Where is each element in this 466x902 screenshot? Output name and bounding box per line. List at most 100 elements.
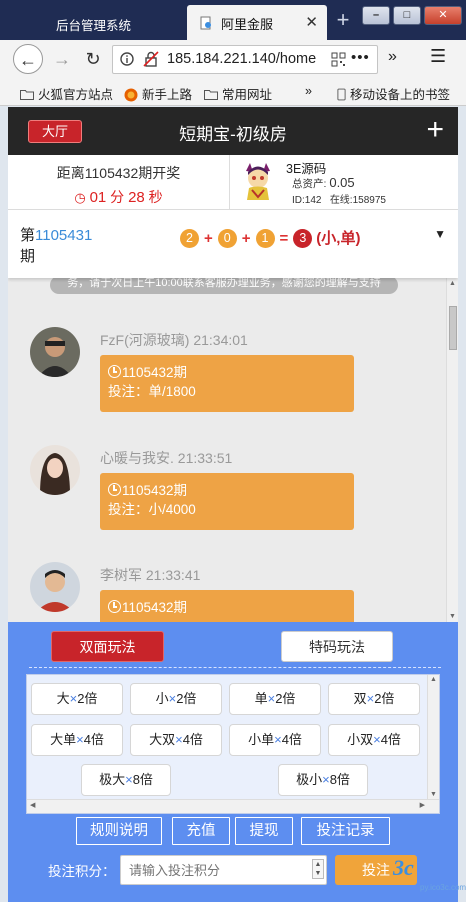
url-bar[interactable]: 185.184.221.140/home ••• xyxy=(112,45,378,74)
timer-seconds: 28 xyxy=(128,189,145,206)
folder-icon xyxy=(20,90,34,100)
firefox-icon xyxy=(124,88,138,102)
insecure-lock-icon[interactable] xyxy=(143,51,159,67)
bet-option-extreme-big[interactable]: 极大×8倍 xyxy=(81,764,171,796)
bubble-period: 1105432期 xyxy=(122,483,188,498)
chat-user: 李树军 xyxy=(100,567,142,583)
bet-option-big-odd[interactable]: 大单×4倍 xyxy=(31,724,123,756)
bet-option-odd[interactable]: 单×2倍 xyxy=(229,683,321,715)
stake-stepper[interactable]: ▲ ▼ xyxy=(312,859,324,879)
caret-down-icon[interactable]: ▼ xyxy=(434,227,446,241)
folder-icon xyxy=(204,90,218,100)
close-tab-icon[interactable]: ✕ xyxy=(305,13,318,31)
chat-user: FzF(河源玻璃) xyxy=(100,332,190,348)
back-arrow-icon[interactable]: ← xyxy=(13,44,43,74)
assets-label: 总资产: xyxy=(292,178,327,190)
chat-meta: FzF(河源玻璃) 21:34:01 xyxy=(100,330,248,350)
clock-icon xyxy=(108,483,121,496)
chat-time: 21:33:41 xyxy=(145,567,201,583)
chat-time: 21:34:01 xyxy=(193,332,248,348)
page-actions-icon[interactable]: ••• xyxy=(351,49,370,66)
bet-bubble: 1105432期 xyxy=(100,590,354,622)
bet-option-small-even[interactable]: 小双×4倍 xyxy=(328,724,420,756)
mobile-device-icon xyxy=(337,88,346,101)
bookmark-common-sites[interactable]: 常用网址 xyxy=(204,84,272,103)
result-text: (小,单) xyxy=(316,230,361,247)
rules-button[interactable]: 规则说明 xyxy=(76,817,162,845)
maximize-window-button[interactable]: □ xyxy=(393,6,421,25)
scroll-up-icon[interactable]: ▲ xyxy=(430,676,437,683)
plus-icon[interactable]: + xyxy=(426,113,444,147)
chat-time: 21:33:51 xyxy=(177,450,233,466)
assets-value: 0.05 xyxy=(329,175,355,190)
scroll-up-icon[interactable]: ▲ xyxy=(449,280,456,287)
url-text[interactable]: 185.184.221.140/home xyxy=(167,51,317,67)
tab-double-sided[interactable]: 双面玩法 xyxy=(51,631,164,662)
scroll-down-icon[interactable]: ▼ xyxy=(449,613,456,620)
tab-admin[interactable]: 后台管理系统 xyxy=(48,7,176,40)
bet-bubble: 1105432期 投注：小/4000 xyxy=(100,473,354,530)
chat-meta: 李树军 21:33:41 xyxy=(100,565,200,585)
watermark-logo: 3c py.ico3c.com xyxy=(393,855,466,892)
new-tab-icon[interactable]: + xyxy=(331,6,355,34)
bookmark-mobile[interactable]: 移动设备上的书签 xyxy=(337,84,450,103)
stake-input[interactable] xyxy=(120,855,327,885)
chat-feed: 务，请于次日上午10:00联系客服办理业务，感谢您的理解与支持 FzF(河源玻璃… xyxy=(8,278,446,622)
chat-message: 李树军 21:33:41 1105432期 xyxy=(30,562,440,622)
system-notice: 务，请于次日上午10:00联系客服办理业务，感谢您的理解与支持 xyxy=(50,278,398,294)
bet-options: 大×2倍 小×2倍 单×2倍 双×2倍 大单×4倍 大双×4倍 小单×4倍 小双… xyxy=(26,674,440,814)
bubble-period: 1105432期 xyxy=(122,365,188,380)
scroll-left-icon[interactable]: ◀ xyxy=(30,801,35,809)
clock-icon: ◷ xyxy=(74,190,86,205)
bet-history-button[interactable]: 投注记录 xyxy=(301,817,390,845)
avatar[interactable] xyxy=(30,327,80,377)
tab-special-code[interactable]: 特码玩法 xyxy=(281,631,393,662)
withdraw-button[interactable]: 提现 xyxy=(235,817,293,845)
bet-option-small-odd[interactable]: 小单×4倍 xyxy=(229,724,321,756)
last-period-label: 第1105431 期 xyxy=(20,227,93,265)
tab-alijinfu[interactable]: 阿里金服 ✕ xyxy=(187,5,327,40)
last-draw-result[interactable]: 第1105431 期 2 +0 +1 = 3 (小,单) ▼ xyxy=(8,210,458,278)
scroll-right-icon[interactable]: ▶ xyxy=(420,801,425,809)
bet-bubble: 1105432期 投注：单/1800 xyxy=(100,355,354,412)
reload-icon[interactable]: ↻ xyxy=(78,44,108,74)
forward-arrow-icon[interactable]: → xyxy=(47,44,77,74)
qr-code-icon[interactable] xyxy=(331,52,346,67)
minimize-window-button[interactable]: – xyxy=(362,6,390,25)
avatar[interactable] xyxy=(30,562,80,612)
bet-option-small[interactable]: 小×2倍 xyxy=(130,683,222,715)
countdown-panel: 距离1105432期开奖 ◷ 01 分 28 秒 xyxy=(8,155,230,210)
info-icon[interactable] xyxy=(119,51,135,67)
user-panel: 3E源码 总资产: 0.05 ID:142 在线:158975 xyxy=(230,155,458,210)
timer-sec-unit: 秒 xyxy=(148,189,163,205)
options-horizontal-scrollbar[interactable]: ◀ ▶ xyxy=(27,799,439,813)
scroll-down-icon[interactable]: ▼ xyxy=(430,791,437,798)
bet-option-even[interactable]: 双×2倍 xyxy=(328,683,420,715)
online-count: 在线:158975 xyxy=(329,195,386,206)
result-ball: 0 xyxy=(217,229,237,248)
user-avatar[interactable] xyxy=(240,161,276,201)
bookmarks-overflow-icon[interactable]: » xyxy=(305,84,312,98)
app-header: 大厅 短期宝-初级房 + xyxy=(8,107,458,155)
browser-navbar: ← → ↻ 185.184.221.140/home ••• » ☰ xyxy=(0,40,466,78)
page-title: 短期宝-初级房 xyxy=(179,125,287,144)
timer-min-unit: 分 xyxy=(110,189,125,205)
bet-option-big[interactable]: 大×2倍 xyxy=(31,683,123,715)
bookmark-firefox-site[interactable]: 火狐官方站点 xyxy=(20,84,113,103)
result-sum-ball: 3 xyxy=(293,229,313,248)
chat-scrollbar[interactable]: ▲ ▼ xyxy=(446,278,458,622)
close-window-button[interactable]: ✕ xyxy=(424,6,462,25)
countdown-timer: ◷ 01 分 28 秒 xyxy=(8,187,229,207)
hamburger-menu-icon[interactable]: ☰ xyxy=(430,46,446,67)
info-row: 距离1105432期开奖 ◷ 01 分 28 秒 3E源码 总资产: 0.05 xyxy=(8,155,458,210)
bet-option-extreme-small[interactable]: 极小×8倍 xyxy=(278,764,368,796)
avatar[interactable] xyxy=(30,445,80,495)
bet-option-big-even[interactable]: 大双×4倍 xyxy=(130,724,222,756)
user-assets: 总资产: 0.05 xyxy=(292,175,355,191)
bookmark-getting-started[interactable]: 新手上路 xyxy=(124,84,192,103)
bookmarks-bar: 火狐官方站点 新手上路 常用网址 » 移动设备上的书签 xyxy=(0,78,466,106)
scrollbar-thumb[interactable] xyxy=(449,306,457,350)
toolbar-overflow-icon[interactable]: » xyxy=(388,48,397,66)
options-vertical-scrollbar[interactable]: ▲ ▼ xyxy=(427,675,439,799)
recharge-button[interactable]: 充值 xyxy=(172,817,230,845)
